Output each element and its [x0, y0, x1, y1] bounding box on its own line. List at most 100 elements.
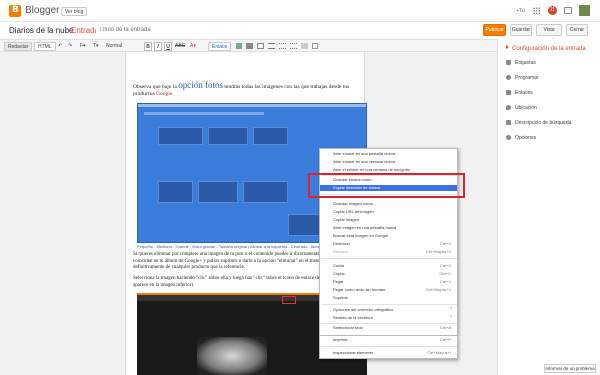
sidebar-item-links[interactable]: Enlaces [506, 89, 533, 97]
menu-item-label: Copiar [333, 271, 345, 276]
menu-item-search-image[interactable]: Buscar esta imagen en Google [320, 233, 457, 239]
html-mode-tab[interactable]: HTML [34, 42, 56, 51]
text-color-dropdown[interactable]: A▾ [190, 42, 196, 51]
notifications-badge[interactable]: 11 [548, 6, 557, 15]
format-dropdown[interactable]: Normal [106, 42, 122, 51]
paragraph-text: . [172, 91, 174, 97]
menu-item-spellcheck[interactable]: Opciones del corrector ortográfico [320, 306, 457, 313]
clock-icon [506, 75, 511, 80]
image-photo-area [197, 337, 267, 375]
menu-item-shortcut: Ctrl+Mayús+I [427, 350, 451, 355]
menu-item-save-image[interactable]: Guardar imagen como... [320, 201, 457, 207]
menu-item-label: Abrir enlace en una pestaña nueva [333, 151, 396, 156]
sidebar-item-location[interactable]: Ubicación [506, 104, 537, 112]
menu-item-shortcut: Ctrl+Mayús+Z [425, 249, 451, 254]
location-icon [506, 105, 511, 110]
italic-button[interactable]: I [154, 42, 162, 51]
save-button[interactable]: Guardar [510, 24, 532, 36]
menu-item-label: Abrir enlace en una ventana nueva [333, 159, 396, 164]
underline-button[interactable]: U [164, 42, 172, 51]
menu-item-undo[interactable]: Deshacer Ctrl+Z [320, 241, 457, 247]
publish-button[interactable]: Publicar [483, 24, 506, 36]
share-icon[interactable] [564, 7, 572, 14]
menu-item-label: Imprimir... [333, 337, 351, 342]
menu-item-label: Abrir imagen en una pestaña nueva [333, 225, 397, 230]
sidebar-item-options[interactable]: Opciones [506, 134, 536, 142]
menu-item-open-new-window[interactable]: Abrir enlace en una ventana nueva [320, 159, 457, 165]
quote-icon[interactable] [301, 43, 308, 49]
menu-item-open-new-tab[interactable]: Abrir enlace en una pestaña nueva [320, 151, 457, 157]
sidebar-item-label: Descripción de búsqueda [515, 120, 572, 126]
sidebar-item-labels[interactable]: Etiquetas [506, 59, 536, 67]
undo-icon[interactable]: ↶ [58, 42, 62, 51]
menu-item-label: Abrir el enlace en una ventana de incógn… [333, 167, 410, 172]
context-menu-bottom: Imprimir... Ctrl+P Inspeccionar elemento C… [319, 336, 458, 359]
menu-item-label: Inspeccionar elemento [333, 350, 374, 355]
paragraph-text: Observa que bajo la [133, 84, 179, 90]
annotation-highlight-box [308, 173, 465, 198]
post-settings-header[interactable]: Configuración de la entrada [506, 45, 586, 52]
image-icon[interactable] [236, 43, 242, 49]
sidebar-item-label: Opciones [515, 135, 537, 141]
strikethrough-button[interactable]: ABC [175, 42, 185, 51]
image-thumbnail [158, 127, 203, 145]
tag-icon [506, 60, 511, 65]
app-brand: Blogger [25, 5, 60, 16]
menu-item-redo[interactable]: Rehacer Ctrl+Mayús+Z [320, 249, 457, 255]
menu-divider [321, 323, 457, 324]
menu-item-paste-plain[interactable]: Pegar como texto sin formato Ctrl+Mayús+V [320, 287, 457, 293]
font-family-dropdown[interactable]: F▾ [80, 42, 86, 51]
menu-item-copy-image-url[interactable]: Copiar URL de imagen [320, 209, 457, 215]
jump-break-icon[interactable] [257, 43, 264, 49]
menu-item-paste[interactable]: Pegar Ctrl+V [320, 279, 457, 285]
menu-item-label: Pegar como texto sin formato [333, 287, 386, 292]
menu-item-open-image[interactable]: Abrir imagen en una pestaña nueva [320, 225, 457, 231]
post-title-input[interactable] [96, 24, 476, 36]
gear-icon [506, 135, 511, 140]
post-settings-sidebar: Configuración de la entrada Etiquetas Pr… [497, 39, 600, 375]
view-blog-button[interactable]: Ver blog [61, 7, 88, 16]
clear-format-icon[interactable] [312, 43, 318, 49]
bold-button[interactable]: B [144, 42, 152, 51]
report-problem-button[interactable]: Informar de un problema [544, 364, 596, 373]
font-size-dropdown[interactable]: T▾ [93, 42, 99, 51]
menu-item-label: Rehacer [333, 249, 349, 254]
redo-icon[interactable]: ↷ [68, 42, 72, 51]
avatar[interactable] [579, 5, 590, 16]
menu-item-shortcut: Ctrl+X [439, 263, 451, 268]
menu-item-label: Sentido de la escritura [333, 315, 373, 320]
menu-item-delete[interactable]: Suprimir [320, 295, 457, 301]
sidebar-item-schedule[interactable]: Programar [506, 74, 539, 82]
menu-item-writing-direction[interactable]: Sentido de la escritura [320, 314, 457, 321]
fotos-link[interactable]: opción fotos [178, 80, 223, 90]
menu-item-shortcut: Ctrl+A [439, 325, 451, 330]
close-button[interactable]: Cerrar [566, 24, 588, 36]
preview-button[interactable]: Vista previa [536, 24, 562, 44]
video-icon[interactable] [246, 43, 253, 49]
menu-item-select-all[interactable]: Seleccionar todo Ctrl+A [320, 325, 457, 331]
menu-item-copy-image[interactable]: Copiar imagen [320, 217, 457, 223]
menu-item-cut[interactable]: Cortar Ctrl+X [320, 263, 457, 269]
image-highlight-box [282, 296, 296, 304]
link-button[interactable]: Enlace [208, 42, 232, 51]
image-browser-bar [138, 104, 366, 107]
image-toolbar-strip [144, 112, 264, 115]
blogger-logo-icon[interactable] [9, 5, 21, 17]
blog-name[interactable]: Diarios de la nube [9, 26, 73, 35]
paragraph-fotos[interactable]: Observa que bajo la opción fotos tendrás… [133, 80, 365, 98]
numbered-list-icon[interactable] [279, 43, 286, 49]
image-thumbnail [208, 127, 248, 145]
compose-mode-tab[interactable]: Redactar [4, 42, 33, 51]
google-link[interactable]: Google [156, 91, 172, 97]
menu-item-print[interactable]: Imprimir... Ctrl+P [320, 337, 457, 343]
bullet-list-icon[interactable] [290, 43, 297, 49]
menu-item-shortcut: Ctrl+Z [440, 241, 451, 246]
apps-grid-icon[interactable] [533, 7, 540, 14]
menu-divider [321, 304, 457, 305]
sidebar-item-search-description[interactable]: Descripción de búsqueda [506, 119, 571, 127]
google-plus-link[interactable]: +Tú [516, 8, 525, 14]
menu-item-copy[interactable]: Copiar Ctrl+C [320, 271, 457, 277]
align-icon[interactable] [268, 43, 275, 49]
sidebar-item-label: Programar [515, 75, 539, 81]
menu-item-inspect[interactable]: Inspeccionar elemento Ctrl+Mayús+I [320, 350, 457, 356]
